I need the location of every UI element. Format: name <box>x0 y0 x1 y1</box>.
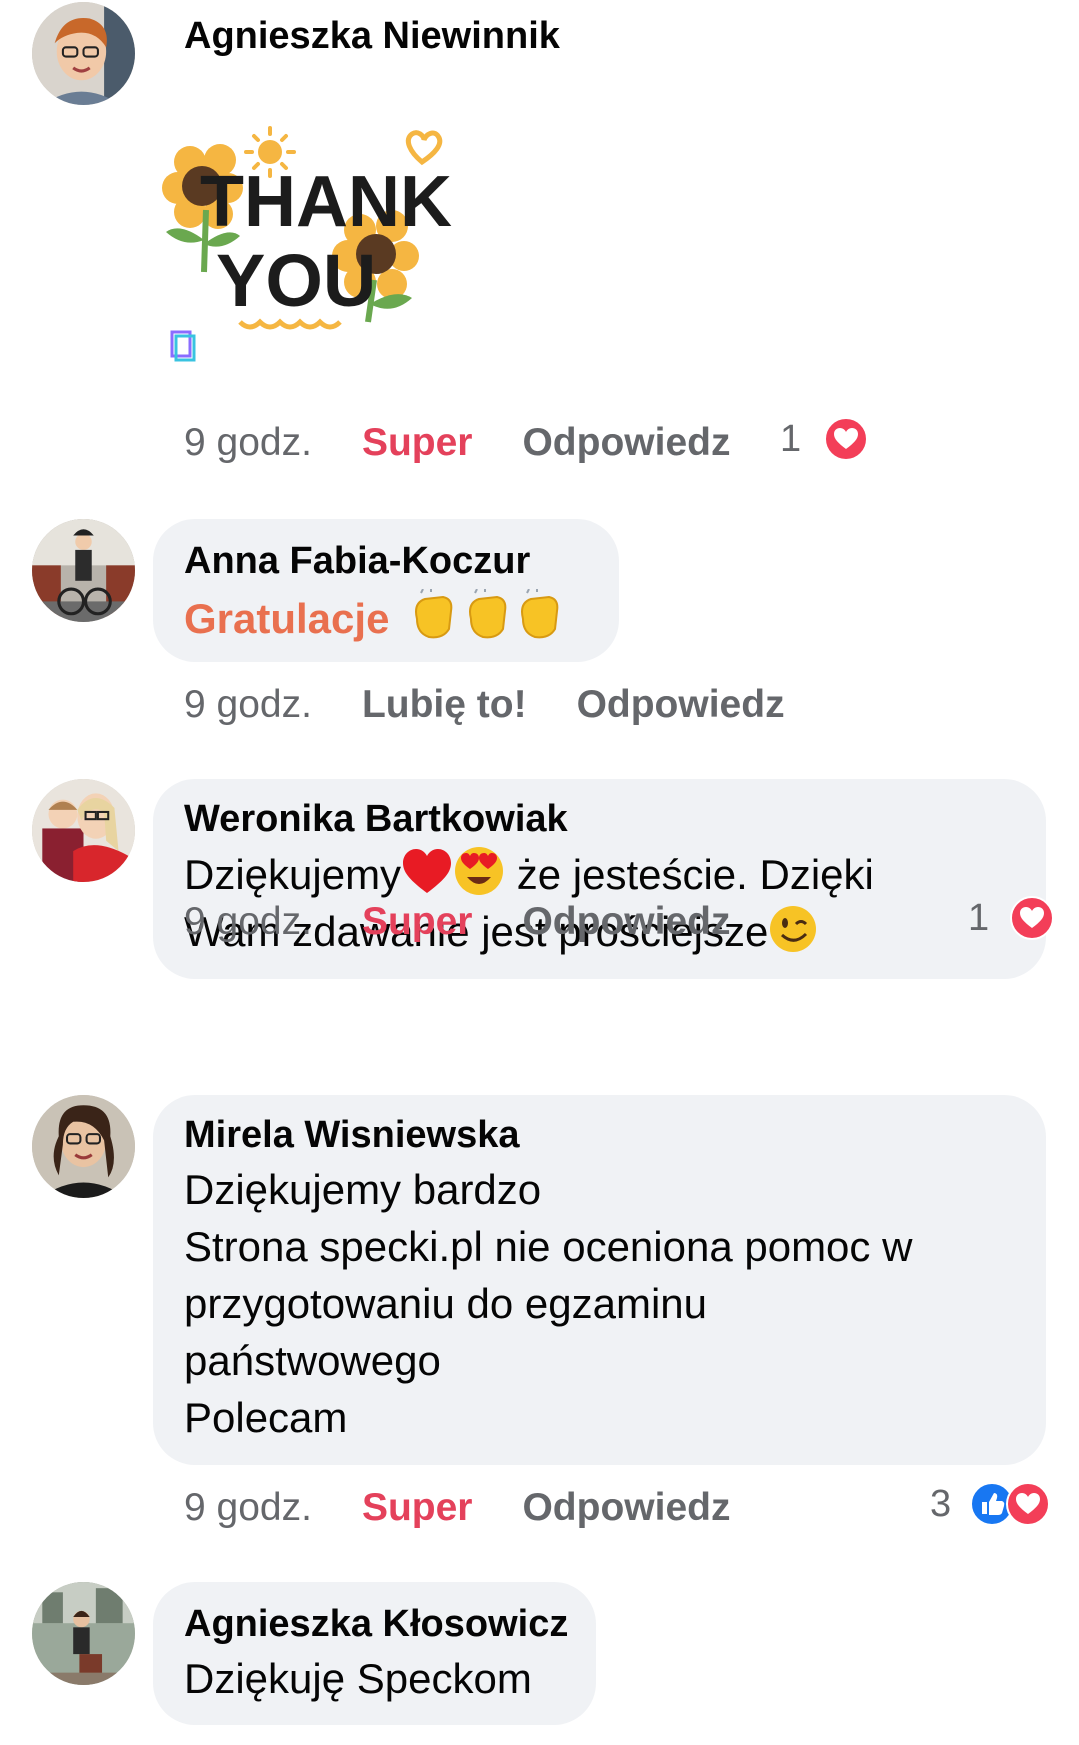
comment-author[interactable]: Agnieszka Kłosowicz <box>184 1602 596 1646</box>
comment-text: Dziękuję Speckom <box>184 1655 532 1702</box>
comment-time[interactable]: 9 godz. <box>184 420 312 466</box>
avatar[interactable] <box>32 2 135 105</box>
comment-time[interactable]: 9 godz. <box>184 899 312 945</box>
clapping-hands-emoji <box>409 589 559 642</box>
avatar-photo <box>32 2 135 105</box>
love-reaction-icon <box>1005 1481 1050 1526</box>
comment-bubble[interactable]: Anna Fabia-Koczur Gratulacje <box>153 519 619 662</box>
reaction-count: 1 <box>968 896 990 939</box>
heart-eyes-emoji <box>455 847 504 895</box>
comment-text: że jesteście. Dzięki <box>505 851 874 898</box>
super-reaction-button[interactable]: Super <box>362 420 473 466</box>
comment-time[interactable]: 9 godz. <box>184 682 312 728</box>
avatar[interactable] <box>32 779 135 882</box>
comment-author[interactable]: Anna Fabia-Koczur <box>184 539 619 583</box>
comment-text: Dziękujemy bardzo Strona specki.pl nie o… <box>184 1166 913 1441</box>
sticker-text: THANK <box>200 162 452 242</box>
love-reaction-icon <box>823 416 868 461</box>
reaction-summary[interactable]: 1 <box>968 893 1054 941</box>
avatar[interactable] <box>32 1582 135 1685</box>
comment-actions: 9 godz. Super Odpowiedz <box>184 1483 730 1531</box>
comment-bubble[interactable]: Weronika Bartkowiak Dziękujemy że jesteś… <box>153 779 1046 979</box>
super-reaction-button[interactable]: Super <box>362 899 473 945</box>
reaction-summary[interactable]: 3 <box>930 1479 1050 1527</box>
love-reaction-icon <box>1009 895 1054 940</box>
comment-time[interactable]: 9 godz. <box>184 1485 312 1531</box>
winking-face-emoji <box>770 906 817 952</box>
thank-you-sticker-icon: THANK YOU <box>162 126 452 362</box>
reply-button[interactable]: Odpowiedz <box>522 899 730 945</box>
comment-actions: 9 godz. Lubię to! Odpowiedz <box>184 680 785 728</box>
thank-you-sticker[interactable]: THANK YOU <box>160 122 460 372</box>
reply-button[interactable]: Odpowiedz <box>522 1485 730 1531</box>
red-heart-emoji <box>403 849 452 893</box>
avatar[interactable] <box>32 1095 135 1198</box>
comment-author[interactable]: Weronika Bartkowiak <box>184 797 1046 841</box>
like-button[interactable]: Lubię to! <box>362 682 527 728</box>
avatar-photo <box>32 1582 135 1685</box>
reply-button[interactable]: Odpowiedz <box>522 420 730 466</box>
comment-author[interactable]: Mirela Wisniewska <box>184 1113 1046 1157</box>
sticker-text: YOU <box>216 239 376 322</box>
comment-text: Dziękujemy <box>184 851 402 898</box>
avatar-photo <box>32 1095 135 1198</box>
avatar[interactable] <box>32 519 135 622</box>
reply-button[interactable]: Odpowiedz <box>577 682 785 728</box>
reaction-count: 3 <box>930 1482 952 1525</box>
comment-text: Gratulacje <box>184 595 390 642</box>
comment-bubble[interactable]: Agnieszka Kłosowicz Dziękuję Speckom <box>153 1582 596 1725</box>
avatar-photo <box>32 519 135 622</box>
avatar-photo <box>32 779 135 882</box>
comment-actions: 9 godz. Super Odpowiedz <box>184 418 730 466</box>
comment-author[interactable]: Agnieszka Niewinnik <box>184 14 560 58</box>
reaction-count: 1 <box>780 417 802 460</box>
super-reaction-button[interactable]: Super <box>362 1485 473 1531</box>
comment-bubble[interactable]: Mirela Wisniewska Dziękujemy bardzo Stro… <box>153 1095 1046 1465</box>
comment-actions: 9 godz. Super Odpowiedz <box>184 897 730 945</box>
reaction-summary[interactable]: 1 <box>780 414 868 462</box>
